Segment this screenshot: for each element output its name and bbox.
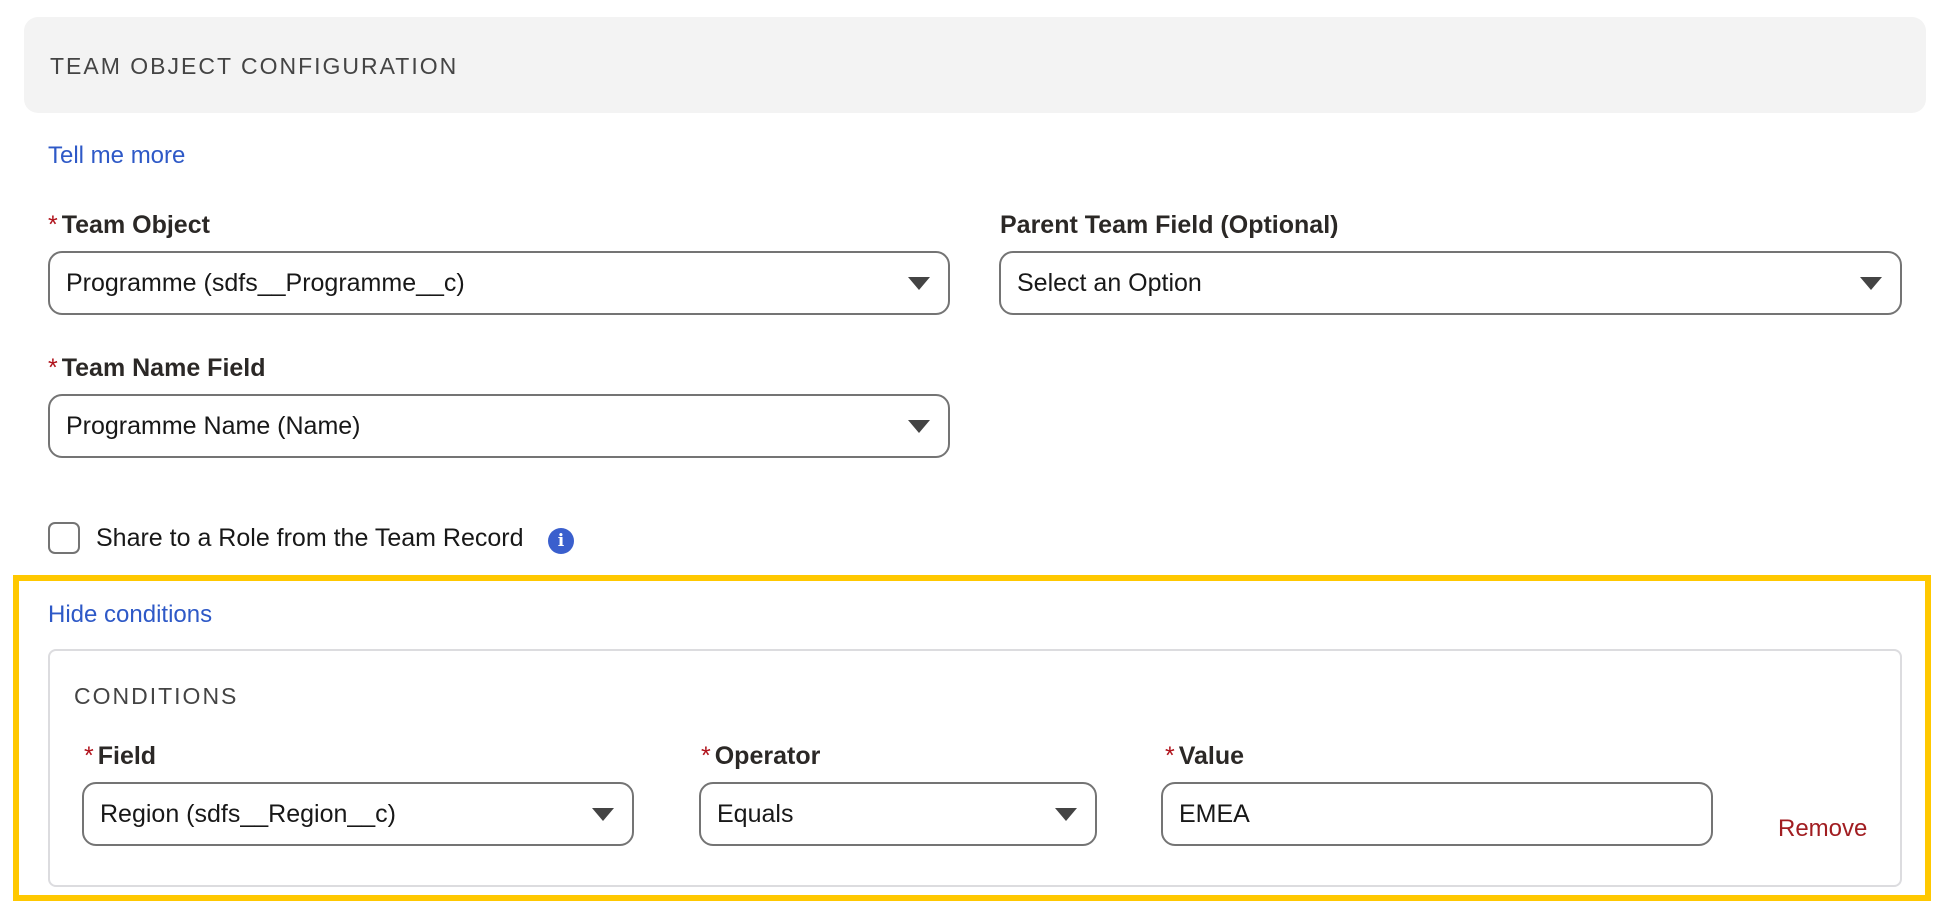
required-indicator: *: [1165, 742, 1175, 770]
team-object-select[interactable]: Programme (sdfs__Programme__c): [48, 251, 950, 315]
parent-team-field-select[interactable]: Select an Option: [999, 251, 1902, 315]
condition-operator-select[interactable]: Equals: [699, 782, 1097, 846]
team-object-label: * Team Object: [48, 211, 210, 239]
required-indicator: *: [48, 211, 58, 239]
condition-field-label: * Field: [84, 742, 157, 770]
required-indicator: *: [701, 742, 711, 770]
condition-value-label: * Value: [1165, 742, 1245, 770]
team-name-field-value: Programme Name (Name): [66, 411, 361, 440]
chevron-down-icon: [1860, 277, 1882, 290]
condition-operator-value: Equals: [717, 799, 794, 828]
share-role-label: Share to a Role from the Team Record: [96, 524, 524, 552]
chevron-down-icon: [908, 277, 930, 290]
required-indicator: *: [48, 354, 58, 382]
share-role-checkbox[interactable]: [48, 522, 80, 554]
conditions-title: CONDITIONS: [74, 683, 239, 709]
team-name-field-select[interactable]: Programme Name (Name): [48, 394, 950, 458]
chevron-down-icon: [1055, 808, 1077, 821]
condition-operator-label: * Operator: [701, 742, 821, 770]
remove-condition-link[interactable]: Remove: [1778, 815, 1867, 843]
chevron-down-icon: [592, 808, 614, 821]
hide-conditions-link[interactable]: Hide conditions: [48, 601, 212, 629]
info-icon[interactable]: i: [548, 528, 574, 554]
section-header: TEAM OBJECT CONFIGURATION: [24, 17, 1926, 113]
section-title: TEAM OBJECT CONFIGURATION: [50, 53, 459, 79]
team-object-value: Programme (sdfs__Programme__c): [66, 268, 465, 297]
parent-team-field-value: Select an Option: [1017, 268, 1202, 297]
condition-field-value: Region (sdfs__Region__c): [100, 799, 397, 828]
condition-value-input[interactable]: [1161, 782, 1713, 846]
tell-me-more-link[interactable]: Tell me more: [48, 142, 185, 170]
required-indicator: *: [84, 742, 94, 770]
condition-field-select[interactable]: Region (sdfs__Region__c): [82, 782, 634, 846]
conditions-panel: CONDITIONS: [48, 649, 1902, 887]
parent-team-field-label: Parent Team Field (Optional): [1000, 211, 1339, 239]
team-name-field-label: * Team Name Field: [48, 354, 266, 382]
chevron-down-icon: [908, 420, 930, 433]
